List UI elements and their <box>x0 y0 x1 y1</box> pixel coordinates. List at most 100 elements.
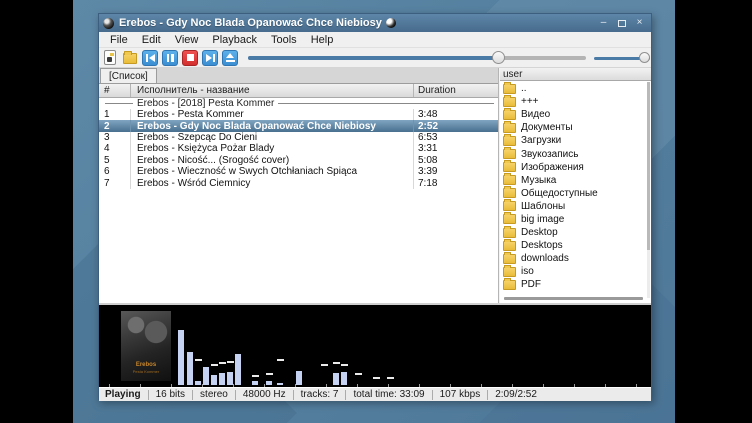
track-row[interactable]: 5Erebos - Nicość... (Srogość cover)5:08 <box>99 155 498 166</box>
folder-row[interactable]: .. <box>500 82 651 95</box>
spectrum-tick <box>481 384 482 387</box>
file-browser-list: ..+++ВидеоДокументыЗагрузки Звукозапись Из… <box>500 81 651 303</box>
spectrum-peak <box>333 362 340 364</box>
track-number: 5 <box>99 155 131 166</box>
folder-icon <box>503 84 516 94</box>
folder-name: Звукозапись <box>521 149 578 160</box>
maximize-icon <box>618 20 626 27</box>
track-title: Erebos - Księżyca Pożar Blady <box>131 143 414 154</box>
folder-row[interactable]: Документы <box>500 121 651 134</box>
next-button[interactable] <box>202 50 218 66</box>
titlebar[interactable]: Erebos - Gdy Noc Blada Opanować Chce Nie… <box>99 14 651 32</box>
folder-icon <box>503 241 516 251</box>
column-duration[interactable]: Duration <box>414 84 498 97</box>
folder-icon <box>503 188 516 198</box>
menu-item-tools[interactable]: Tools <box>264 32 304 47</box>
menu-item-view[interactable]: View <box>168 32 206 47</box>
column-num[interactable]: # <box>99 84 131 97</box>
folder-icon <box>503 149 516 159</box>
spectrum-tick <box>295 384 296 387</box>
spectrum-tick <box>202 384 203 387</box>
folder-row[interactable]: Звукозапись <box>500 147 651 160</box>
stop-button[interactable] <box>182 50 198 66</box>
playlist-column-header[interactable]: # Исполнитель - название Duration <box>99 84 498 98</box>
folder-row[interactable]: Изображения <box>500 161 651 174</box>
folder-row[interactable]: big image <box>500 213 651 226</box>
folder-row[interactable]: Шаблоны <box>500 200 651 213</box>
file-browser-header[interactable]: user <box>500 68 651 81</box>
eject-icon <box>226 53 235 62</box>
track-row[interactable]: 3Erebos - Szepcąc Do Cieni6:53 <box>99 132 498 143</box>
folder-row[interactable]: Общедоступные <box>500 187 651 200</box>
spectrum-tick <box>574 384 575 387</box>
add-folder-button[interactable] <box>122 50 138 66</box>
eject-button[interactable] <box>222 50 238 66</box>
pause-button[interactable] <box>162 50 178 66</box>
status-segment-1: 16 bits <box>149 390 193 400</box>
spectrum-bar <box>203 367 209 385</box>
previous-icon <box>146 54 148 62</box>
seek-slider[interactable] <box>248 48 586 67</box>
open-file-icon <box>104 50 116 65</box>
folder-row[interactable]: +++ <box>500 95 651 108</box>
menu-item-file[interactable]: File <box>103 32 135 47</box>
column-artist-title[interactable]: Исполнитель - название <box>131 84 414 97</box>
spectrum-tick <box>512 384 513 387</box>
stop-icon <box>187 54 194 61</box>
status-segment-2: stereo <box>193 390 236 400</box>
close-button[interactable]: × <box>632 17 647 30</box>
folder-icon <box>503 201 516 211</box>
volume-handle[interactable] <box>639 52 650 63</box>
spectrum-bar <box>219 373 225 385</box>
open-file-button[interactable] <box>102 50 118 66</box>
folder-row[interactable]: Desktop <box>500 226 651 239</box>
track-row[interactable]: 1Erebos - Pesta Kommer3:48 <box>99 109 498 120</box>
menu-item-help[interactable]: Help <box>304 32 341 47</box>
spectrum-peak <box>252 375 259 377</box>
folder-icon <box>503 228 516 238</box>
playlist-tab[interactable]: [Список] <box>100 68 157 83</box>
playlist-body: Erebos - [2018] Pesta Kommer 1Erebos - P… <box>99 98 498 303</box>
track-number: 3 <box>99 132 131 143</box>
player-window: Erebos - Gdy Noc Blada Opanować Chce Nie… <box>98 13 652 400</box>
vertical-scrollbar-thumb[interactable] <box>647 82 650 250</box>
folder-row[interactable]: Музыка <box>500 174 651 187</box>
folder-name: Изображения <box>521 162 584 173</box>
folder-row[interactable]: Desktops <box>500 239 651 252</box>
seek-handle[interactable] <box>492 51 505 64</box>
maximize-button[interactable] <box>614 17 629 30</box>
status-segment-6: 107 kbps <box>433 390 489 400</box>
file-browser-panel: user ..+++ВидеоДокументыЗагрузки Звукозап… <box>499 68 651 303</box>
spectrum-tick <box>543 384 544 387</box>
folder-icon <box>503 214 516 224</box>
previous-button[interactable] <box>142 50 158 66</box>
track-duration: 3:31 <box>414 143 498 154</box>
folder-row[interactable]: Видео <box>500 108 651 121</box>
folder-name: Desktops <box>521 240 563 251</box>
track-row[interactable]: 4Erebos - Księżyca Pożar Blady3:31 <box>99 143 498 154</box>
folder-row[interactable]: PDF <box>500 278 651 291</box>
status-segment-4: tracks: 7 <box>294 390 347 400</box>
spectrum-bar <box>235 354 241 385</box>
track-row[interactable]: 6Erebos - Wieczność w Swych Otchłaniach … <box>99 166 498 177</box>
track-row[interactable]: 2Erebos - Gdy Noc Blada Opanować Chce Ni… <box>99 120 498 131</box>
spectrum-peak <box>341 364 348 366</box>
spectrum-peak <box>227 361 234 363</box>
spectrum-tick <box>140 384 141 387</box>
folder-icon <box>503 97 516 107</box>
folder-row[interactable]: Загрузки <box>500 134 651 147</box>
menu-item-playback[interactable]: Playback <box>205 32 264 47</box>
track-row[interactable]: 7Erebos - Wśród Ciemnicy7:18 <box>99 177 498 188</box>
folder-row[interactable]: iso <box>500 265 651 278</box>
spectrum-bar <box>178 330 184 385</box>
menu-item-edit[interactable]: Edit <box>135 32 168 47</box>
folder-icon <box>123 53 137 64</box>
playlist-tabstrip: [Список] <box>99 68 498 84</box>
folder-icon <box>503 110 516 120</box>
volume-slider[interactable] <box>594 48 650 67</box>
folder-row[interactable]: downloads <box>500 252 651 265</box>
minimize-button[interactable]: – <box>596 17 611 30</box>
horizontal-scrollbar[interactable] <box>504 297 643 300</box>
spectrum-bar <box>296 371 302 385</box>
spectrum-peak <box>387 377 394 379</box>
